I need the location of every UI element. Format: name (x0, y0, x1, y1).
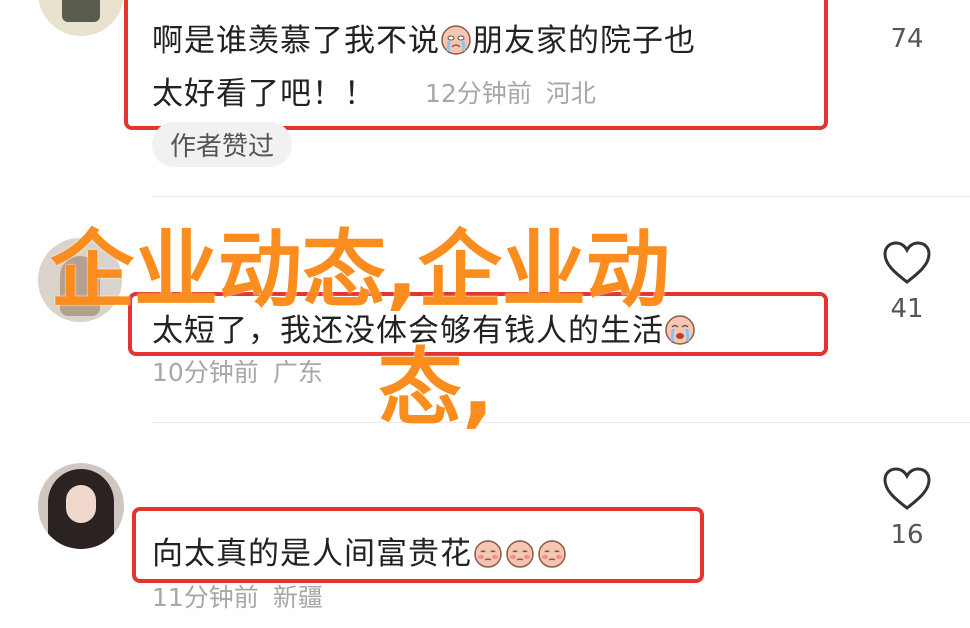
comment-text: 啊是谁羡慕了我不说 朋友家的院子也 (152, 23, 696, 59)
comment-text: 向太真的是人间富贵花 (152, 528, 568, 573)
like-count: 41 (890, 294, 924, 324)
watermark-text: 态, (378, 339, 494, 437)
comment-meta: 10分钟前 广东 (152, 353, 323, 389)
comment-location: 河北 (545, 79, 596, 108)
divider (152, 196, 970, 197)
avatar[interactable] (38, 0, 124, 36)
comment-location: 广东 (272, 358, 323, 387)
divider (152, 422, 970, 423)
comment-text: 太好看了吧！！ (152, 76, 376, 112)
watermark-text: 企业动态,企业动 (50, 221, 670, 319)
heart-outline-icon (883, 241, 931, 284)
comment-time: 10分钟前 (152, 358, 259, 387)
shy-emoji-icon (474, 540, 502, 568)
like-count: 16 (890, 520, 924, 550)
like-button[interactable]: 74 (867, 16, 947, 54)
crying-emoji-icon (441, 25, 471, 55)
like-button[interactable]: 16 (867, 466, 947, 550)
shy-emoji-icon (506, 540, 534, 568)
shy-emoji-icon (538, 540, 566, 568)
comment-meta: 12分钟前 河北 (425, 74, 596, 110)
like-button[interactable]: 41 (867, 240, 947, 324)
avatar[interactable] (38, 463, 124, 549)
comment-meta: 11分钟前 新疆 (152, 578, 323, 614)
comment-time: 11分钟前 (152, 583, 259, 612)
heart-outline-icon (883, 467, 931, 510)
comment-location: 新疆 (272, 583, 323, 612)
comment-time: 12分钟前 (425, 79, 532, 108)
like-count: 74 (890, 24, 924, 54)
author-liked-badge: 作者赞过 (152, 122, 293, 167)
